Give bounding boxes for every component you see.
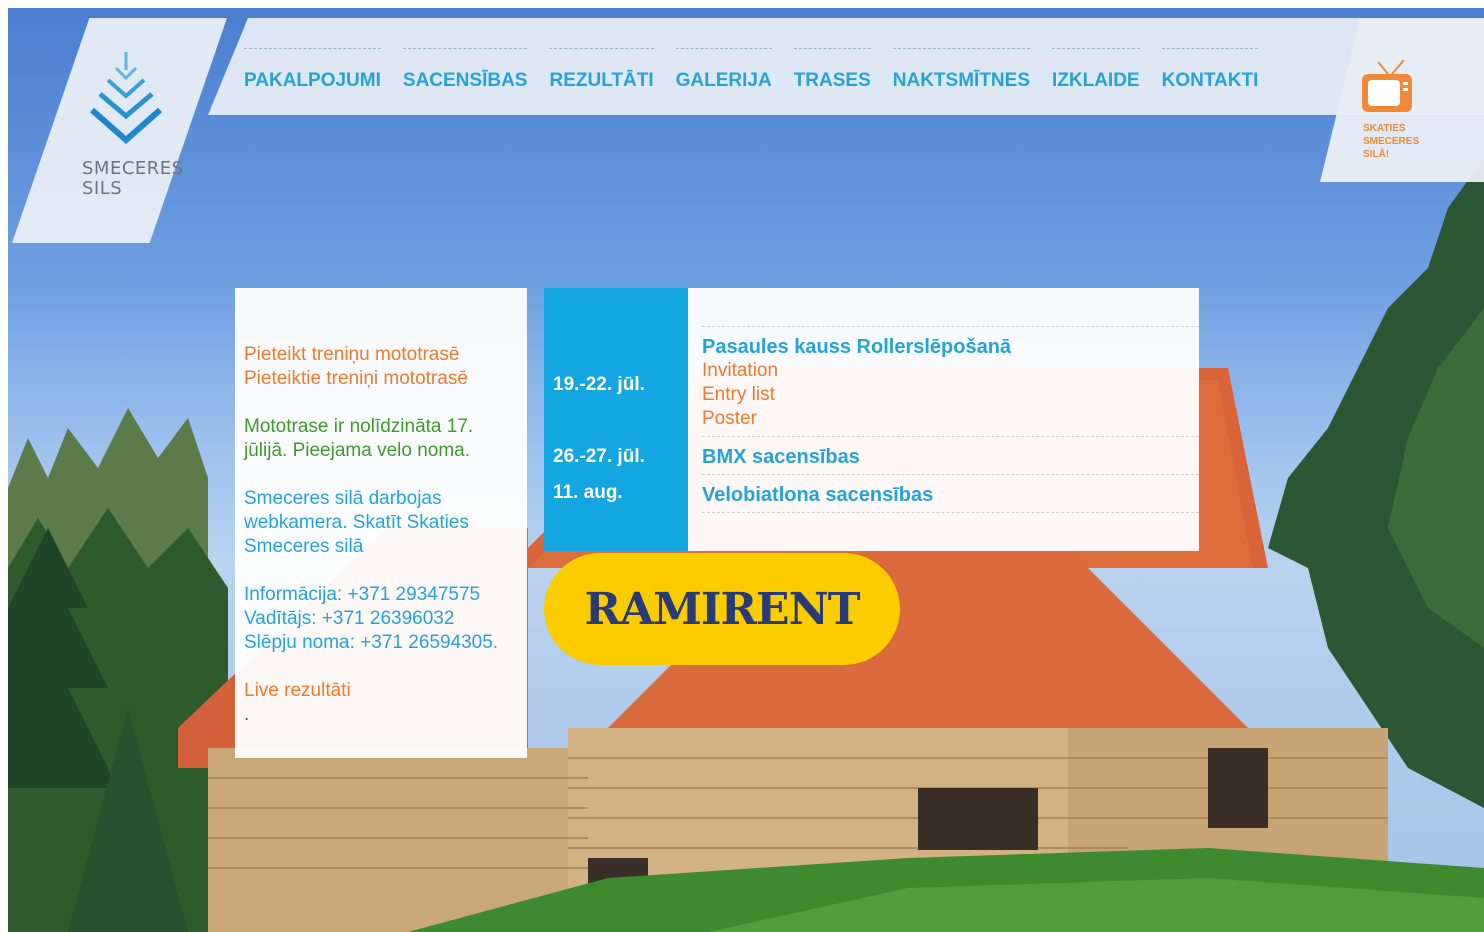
webcam-label[interactable]: SKATIES SMECERES SILĀ! <box>1363 122 1419 161</box>
event-date: 11. aug. <box>553 482 623 503</box>
webcam-label-line1: SKATIES <box>1363 123 1406 134</box>
phone-manager: Vadītājs: +371 26396032 <box>244 608 455 629</box>
logo-text: SMECERES SILS <box>82 159 184 199</box>
tree-logo-icon <box>90 52 162 145</box>
dot: . <box>244 704 250 725</box>
event-date: 19.-22. jūl. <box>553 374 645 395</box>
info-panel: Pieteikt treniņu mototrasē Pieteiktie tr… <box>235 288 527 758</box>
live-results-link[interactable]: Live rezultāti <box>244 679 519 703</box>
nav-galerija[interactable]: GALERIJA <box>675 48 772 92</box>
invitation-link[interactable]: Invitation <box>702 359 1199 383</box>
events-panel: 19.-22. jūl. 26.-27. jūl. 11. aug. Pasau… <box>544 288 1199 551</box>
logo-line2: SILS <box>82 178 123 199</box>
webcam-label-line3: SILĀ! <box>1363 149 1390 160</box>
track-notice: Mototrase ir nolīdzināta 17. jūlijā. Pie… <box>244 416 474 461</box>
sponsor-banner[interactable]: RAMIRENT <box>544 553 900 665</box>
event-date: 26.-27. jūl. <box>553 446 645 467</box>
nav-izklaide[interactable]: IZKLAIDE <box>1052 48 1140 92</box>
webcam-label-line2: SMECERES <box>1363 136 1420 147</box>
apply-training-link[interactable]: Pieteikt treniņu mototrasē <box>244 343 519 367</box>
tv-icon[interactable] <box>1360 60 1418 115</box>
webcam-link[interactable]: Smeceres silā darbojas webkamera. Skatīt… <box>244 487 519 559</box>
applied-trainings-link[interactable]: Pieteiktie treniņi mototrasē <box>244 367 519 391</box>
event-item: Pasaules kauss Rollerslēpošanā Invitatio… <box>702 326 1199 436</box>
dates-column: 19.-22. jūl. 26.-27. jūl. 11. aug. <box>544 288 688 551</box>
nav-rezultati[interactable]: REZULTĀTI <box>549 48 654 92</box>
event-title[interactable]: BMX sacensības <box>702 445 1199 469</box>
phone-info: Informācija: +371 29347575 <box>244 584 481 605</box>
event-title[interactable]: Pasaules kauss Rollerslēpošanā <box>702 335 1199 359</box>
event-item: BMX sacensības <box>702 436 1199 474</box>
nav-sacensibas[interactable]: SACENSĪBAS <box>402 48 527 92</box>
poster-link[interactable]: Poster <box>702 407 1199 431</box>
event-list: Pasaules kauss Rollerslēpošanā Invitatio… <box>702 326 1199 513</box>
sponsor-logo-text: RAMIRENT <box>584 583 860 635</box>
logo-line1: SMECERES <box>82 158 184 179</box>
phone-ski-rental: Slēpju noma: +371 26594305. <box>244 632 499 653</box>
nav-trases[interactable]: TRASES <box>793 48 871 92</box>
page-viewport: SMECERES SILS PAKALPOJUMI SACENSĪBAS REZ… <box>8 8 1484 932</box>
event-item: Velobiatlona sacensības <box>702 474 1199 513</box>
entry-list-link[interactable]: Entry list <box>702 383 1199 407</box>
nav-naktsmitnes[interactable]: NAKTSMĪTNES <box>892 48 1031 92</box>
main-nav: PAKALPOJUMI SACENSĪBAS REZULTĀTI GALERIJ… <box>244 48 1280 92</box>
nav-kontakti[interactable]: KONTAKTI <box>1161 48 1258 92</box>
nav-pakalpojumi[interactable]: PAKALPOJUMI <box>244 48 381 92</box>
event-title[interactable]: Velobiatlona sacensības <box>702 483 1199 507</box>
